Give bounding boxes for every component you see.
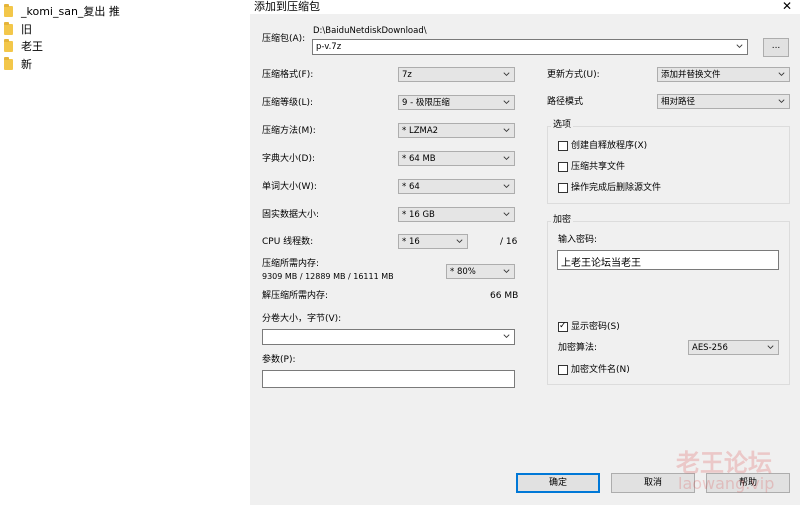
level-label: 压缩等级(L):	[262, 98, 314, 108]
split-label: 分卷大小，字节(V):	[262, 314, 342, 324]
cpu-max: / 16	[500, 237, 518, 247]
archive-name-combo[interactable]: p-v.7z	[312, 39, 748, 55]
dict-label: 字典大小(D):	[262, 154, 315, 164]
encrypt-names-checkbox[interactable]	[558, 365, 568, 375]
solid-value: * 16 GB	[402, 210, 435, 220]
password-value: 上老王论坛当老王	[561, 258, 641, 269]
encrypt-algo-label: 加密算法:	[558, 343, 598, 353]
encrypt-names-label: 加密文件名(N)	[571, 365, 630, 375]
cpu-value: * 16	[402, 237, 420, 247]
ok-button[interactable]: 确定	[516, 473, 600, 493]
folder-item[interactable]: 旧	[4, 21, 32, 37]
format-label: 压缩格式(F):	[262, 70, 314, 80]
chevron-down-icon	[503, 269, 510, 274]
shared-checkbox[interactable]	[558, 162, 568, 172]
mem-decompress-label: 解压缩所需内存:	[262, 291, 329, 301]
format-select[interactable]: 7z	[398, 67, 515, 82]
chevron-down-icon	[503, 334, 510, 339]
update-value: 添加并替换文件	[661, 70, 721, 80]
dialog-title: 添加到压缩包	[254, 0, 320, 13]
word-value: * 64	[402, 182, 420, 192]
chevron-down-icon	[456, 239, 463, 244]
shared-label: 压缩共享文件	[571, 162, 626, 172]
mem-compress-value: * 80%	[450, 267, 476, 277]
level-select[interactable]: 9 - 极限压缩	[398, 95, 515, 110]
delete-source-checkbox[interactable]	[558, 183, 568, 193]
folder-label: 旧	[21, 23, 32, 36]
dict-value: * 64 MB	[402, 154, 436, 164]
word-select[interactable]: * 64	[398, 179, 515, 194]
folder-label: 老王	[21, 40, 43, 53]
watermark-cn: 老王论坛	[676, 449, 772, 477]
folder-label: 新	[21, 58, 32, 71]
archive-path: D:\BaiduNetdiskDownload\	[313, 26, 427, 36]
update-select[interactable]: 添加并替换文件	[657, 67, 790, 82]
pathmode-label: 路径模式	[547, 97, 584, 107]
watermark-en: laowang.vip	[678, 474, 775, 493]
mem-compress-detail: 9309 MB / 12889 MB / 16111 MB	[262, 272, 394, 281]
folder-icon	[4, 56, 13, 70]
password-label: 输入密码:	[558, 235, 598, 245]
file-explorer: _komi_san_复出 推 旧 老王 新	[0, 0, 251, 505]
show-password-label: 显示密码(S)	[571, 322, 620, 332]
params-input[interactable]	[262, 370, 515, 388]
mem-compress-label: 压缩所需内存:	[262, 259, 320, 269]
pathmode-value: 相对路径	[661, 97, 696, 107]
chevron-down-icon	[503, 212, 510, 217]
chevron-down-icon	[767, 345, 774, 350]
cpu-label: CPU 线程数:	[262, 237, 314, 247]
folder-item[interactable]: _komi_san_复出 推	[4, 3, 120, 19]
folder-item[interactable]: 老王	[4, 38, 43, 54]
mem-compress-select[interactable]: * 80%	[446, 264, 515, 279]
folder-icon	[4, 3, 13, 17]
archive-name-value: p-v.7z	[316, 42, 342, 52]
mem-decompress-value: 66 MB	[490, 291, 519, 301]
close-icon[interactable]: ✕	[782, 0, 792, 13]
folder-label: _komi_san_复出 推	[21, 5, 120, 18]
dict-select[interactable]: * 64 MB	[398, 151, 515, 166]
method-label: 压缩方法(M):	[262, 126, 316, 136]
browse-button[interactable]: ...	[763, 38, 789, 57]
folder-item[interactable]: 新	[4, 56, 32, 72]
archive-label: 压缩包(A):	[262, 34, 306, 44]
encrypt-algo-value: AES-256	[692, 343, 728, 353]
encrypt-algo-select[interactable]: AES-256	[688, 340, 779, 355]
cpu-select[interactable]: * 16	[398, 234, 468, 249]
sfx-checkbox[interactable]	[558, 141, 568, 151]
chevron-down-icon	[503, 100, 510, 105]
chevron-down-icon	[503, 184, 510, 189]
format-value: 7z	[402, 70, 412, 80]
add-to-archive-dialog: 添加到压缩包 ✕ 压缩包(A): D:\BaiduNetdiskDownload…	[250, 0, 800, 505]
chevron-down-icon	[778, 72, 785, 77]
word-label: 单词大小(W):	[262, 182, 317, 192]
sfx-label: 创建自释放程序(X)	[571, 141, 648, 151]
solid-select[interactable]: * 16 GB	[398, 207, 515, 222]
folder-icon	[4, 38, 13, 52]
solid-label: 固实数据大小:	[262, 210, 320, 220]
chevron-down-icon	[778, 99, 785, 104]
password-input[interactable]: 上老王论坛当老王	[557, 250, 779, 270]
method-value: * LZMA2	[402, 126, 439, 136]
options-group-label: 选项	[551, 120, 574, 131]
pathmode-select[interactable]: 相对路径	[657, 94, 790, 109]
folder-icon	[4, 21, 13, 35]
level-value: 9 - 极限压缩	[402, 98, 450, 108]
title-bar: 添加到压缩包 ✕	[250, 0, 800, 14]
split-combo[interactable]	[262, 329, 515, 345]
chevron-down-icon	[736, 44, 743, 49]
delete-source-label: 操作完成后删除源文件	[571, 183, 662, 193]
chevron-down-icon	[503, 128, 510, 133]
encryption-group-label: 加密	[551, 215, 574, 226]
method-select[interactable]: * LZMA2	[398, 123, 515, 138]
update-label: 更新方式(U):	[547, 70, 600, 80]
show-password-checkbox[interactable]	[558, 320, 568, 332]
chevron-down-icon	[503, 72, 510, 77]
params-label: 参数(P):	[262, 355, 296, 365]
chevron-down-icon	[503, 156, 510, 161]
